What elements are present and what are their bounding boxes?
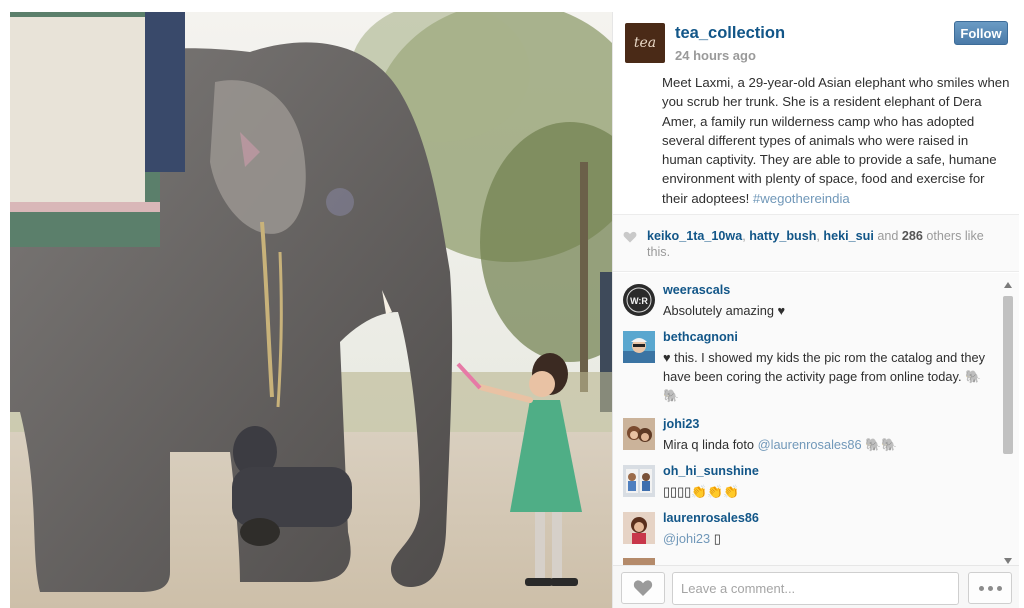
weerascals-logo-text: W:R [630,296,648,306]
ellipsis-icon [978,585,984,591]
ellipsis-icon [996,585,1002,591]
commenter-username[interactable]: weerascals [663,283,993,297]
more-options-button[interactable] [968,572,1012,604]
comment-mention[interactable]: @laurenrosales86 [758,437,862,452]
commenter-username[interactable]: laurenrosales86 [663,511,993,525]
elephant-photo-illustration [10,12,612,608]
commenter-avatar[interactable] [623,558,655,565]
like-button[interactable] [621,572,665,604]
comment-text-part: ▯ [710,531,721,546]
comment-text: Mira q linda foto @laurenrosales86 🐘🐘 [663,435,993,454]
comments-list[interactable]: W:R weerascals Absolutely amazing ♥ beth… [613,273,1019,565]
comment-mention[interactable]: @johi23 [663,531,710,546]
comment-text: ▯▯▯▯👏👏👏 [663,484,739,499]
caption-hashtag[interactable]: #wegothereindia [753,191,850,206]
comment-text-part: 🐘🐘 [861,437,898,452]
commenter-avatar[interactable] [623,465,655,497]
ellipsis-icon [987,585,993,591]
commenter-avatar[interactable] [623,512,655,544]
commenter-username[interactable]: oh_hi_sunshine [663,464,993,478]
comments-scrollbar[interactable] [1002,280,1014,566]
comment-footer [613,565,1019,608]
post-timestamp: 24 hours ago [675,48,756,63]
commenter-avatar[interactable] [623,418,655,450]
scrollbar-thumb[interactable] [1003,296,1013,454]
likes-count[interactable]: 286 [902,229,923,243]
liker-link[interactable]: hatty_bush [749,229,816,243]
commenter-username[interactable]: bethcagnoni [663,330,993,344]
likes-summary: keiko_1ta_10wa, hatty_bush, heki_sui and… [613,214,1019,272]
liker-link[interactable]: keiko_1ta_10wa [647,229,742,243]
comment-text-part: Mira q linda foto [663,437,758,452]
comment-text: ♥ this. I showed my kids the pic rom the… [663,350,985,403]
heart-icon [633,580,653,596]
comment-input[interactable] [672,572,959,605]
author-logo-text: tea [633,35,657,51]
heart-icon [623,231,637,243]
commenter-avatar[interactable]: W:R [623,284,655,316]
commenter-avatar[interactable] [623,331,655,363]
comment-text: @johi23 ▯ [663,529,993,548]
scroll-up-arrow-icon[interactable] [1004,282,1012,288]
post-details-panel: tea tea_collection 24 hours ago Follow M… [612,12,1019,608]
post-header: tea tea_collection 24 hours ago Follow M… [613,12,1018,214]
post-photo[interactable] [10,12,612,608]
caption-text: Meet Laxmi, a 29-year-old Asian elephant… [662,75,1010,206]
likes-and-text: and [877,229,899,243]
commenter-username[interactable]: johi23 [663,417,993,431]
author-username[interactable]: tea_collection [675,24,785,43]
post-caption: Meet Laxmi, a 29-year-old Asian elephant… [662,73,1012,208]
comment-text: Absolutely amazing ♥ [663,303,786,318]
author-avatar[interactable]: tea [625,23,665,63]
follow-button[interactable]: Follow [954,21,1008,45]
liker-link[interactable]: heki_sui [823,229,873,243]
scroll-down-arrow-icon[interactable] [1004,558,1012,564]
